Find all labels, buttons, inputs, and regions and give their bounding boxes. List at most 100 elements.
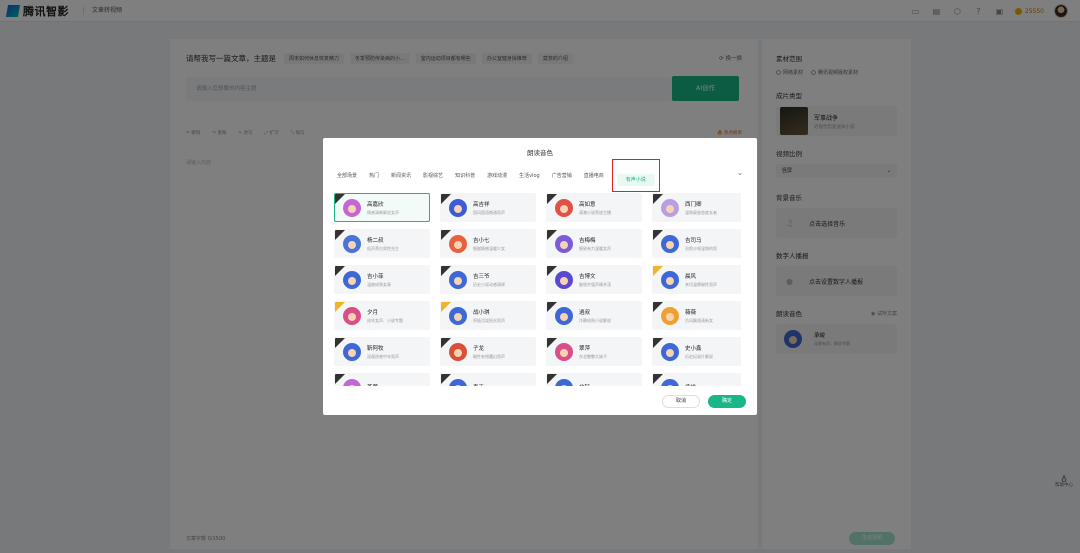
voice-avatar — [343, 306, 361, 325]
voice-name: 吉三爷 — [473, 273, 490, 280]
voice-desc: 低声旁白男性先生 — [367, 245, 399, 251]
voice-tab[interactable]: 影视综艺 — [423, 172, 443, 179]
confirm-button[interactable]: 确定 — [708, 395, 746, 408]
voice-category-tabs: 全部场景 热门 新闻资讯 影视综艺 知识科普 游戏动漫 生活vlog 广告营销 直播电商 有声小说… — [337, 158, 743, 192]
voice-desc: 国风国语朗诵男声 — [473, 209, 505, 215]
voice-card[interactable]: 薇薇 古风飘逸清新女 — [652, 301, 741, 330]
voice-name: 吉司马 — [685, 237, 702, 244]
voice-card[interactable]: 吉小七 细腻情感温暖少女 — [440, 229, 536, 258]
voice-desc: 温婉成熟女青 — [367, 281, 391, 287]
modal-title: 朗读音色 — [527, 149, 553, 157]
voice-card[interactable]: 战小琪 积极活泼阳光男声 — [440, 301, 536, 330]
voice-tab[interactable]: 热门 — [369, 172, 379, 179]
voice-desc: 亲切温厚磁性男声 — [685, 281, 717, 287]
voice-card[interactable]: 晨风 亲切温厚磁性男声 — [652, 265, 741, 294]
voice-avatar — [555, 234, 573, 253]
voice-avatar — [555, 378, 573, 386]
voice-card[interactable]: 杨二叔 低声旁白男性先生 — [334, 229, 430, 258]
voice-card[interactable]: 吉梅梅 细致有力温暖女声 — [546, 229, 642, 258]
voice-desc: 脑袋京强声情并茂 — [579, 281, 611, 287]
voice-tab[interactable]: 新闻资讯 — [391, 172, 411, 179]
voice-name: 翠萍 — [579, 345, 591, 352]
voice-desc: 温和豪放态度长者 — [685, 209, 717, 215]
voice-name: 高嘉欣 — [367, 201, 384, 208]
voice-avatar — [555, 342, 573, 361]
voice-card[interactable]: 吉小菲 温婉成熟女青 — [334, 265, 430, 294]
voice-card[interactable]: 茶蔻 — [334, 373, 430, 386]
voice-avatar — [449, 306, 467, 325]
voice-card[interactable]: 承峻 — [652, 373, 741, 386]
voice-avatar — [449, 378, 467, 386]
voice-desc: 历史小说动感演绎 — [473, 281, 505, 287]
voice-card[interactable]: 史小鑫 历史纪录片解说 — [652, 337, 741, 366]
voice-tab[interactable]: 生活vlog — [519, 172, 540, 179]
voice-avatar — [555, 270, 573, 289]
voice-tab[interactable]: 广告营销 — [552, 172, 572, 179]
voice-card[interactable]: 靳阿牧 深邃质感中年男声 — [334, 337, 430, 366]
voice-desc: 磁性有韧魔幻男声 — [473, 353, 505, 359]
voice-avatar — [449, 342, 467, 361]
voice-tab[interactable]: 知识科普 — [455, 172, 475, 179]
voice-avatar — [555, 198, 573, 217]
voice-desc: 冷静成熟小说解说 — [579, 317, 611, 323]
voice-desc: 治愈沙哑温和的男 — [685, 245, 717, 251]
voice-name: 茶蔻 — [367, 383, 378, 387]
voice-tab[interactable]: 有声小说 — [616, 173, 655, 186]
voice-card[interactable]: 高嘉欣 情感清晰解说女声 — [334, 193, 430, 222]
voice-modal: 朗读音色 全部场景 热门 新闻资讯 影视综艺 知识科普 游戏动漫 生活vlog 广告营销 直播电… — [323, 138, 757, 415]
voice-name: 薇薇 — [685, 309, 697, 316]
voice-card[interactable]: 高如意 清澈小说旁述主播 — [546, 193, 642, 222]
voice-avatar — [449, 270, 467, 289]
voice-name: 战小琪 — [473, 309, 490, 316]
voice-name: 春天 — [473, 383, 484, 387]
voice-name: 高如意 — [579, 201, 596, 208]
voice-desc: 成年女声、小说专题 — [367, 317, 403, 323]
voice-card[interactable]: 北轩 — [546, 373, 642, 386]
voice-card[interactable]: 高吉祥 国风国语朗诵男声 — [440, 193, 536, 222]
voice-avatar — [449, 234, 467, 253]
voice-avatar — [449, 198, 467, 217]
cancel-button[interactable]: 取消 — [662, 395, 700, 408]
voice-name: 吉梅梅 — [579, 237, 596, 244]
voice-avatar — [343, 234, 361, 253]
voice-name: 吉小菲 — [367, 273, 384, 280]
voice-name: 史小鑫 — [685, 345, 702, 352]
voice-name: 吉小七 — [473, 237, 490, 244]
voice-card[interactable]: 子龙 磁性有韧魔幻男声 — [440, 337, 536, 366]
voice-desc: 历史纪录片解说 — [685, 353, 713, 359]
voice-desc: 积极活泼阳光男声 — [473, 317, 505, 323]
voice-avatar — [661, 342, 679, 361]
voice-name: 夕月 — [367, 309, 379, 316]
voice-desc: 细致有力温暖女声 — [579, 245, 611, 251]
voice-grid: 高嘉欣 情感清晰解说女声 高吉祥 国风国语朗诵男声 高如意 清澈小说旁述主播 西门卿 温和豪放… — [334, 193, 741, 386]
voice-avatar — [555, 306, 573, 325]
voice-card[interactable]: 逍叔 冷静成熟小说解说 — [546, 301, 642, 330]
voice-card[interactable]: 夕月 成年女声、小说专题 — [334, 301, 430, 330]
voice-avatar — [343, 342, 361, 361]
voice-name: 逍叔 — [579, 309, 591, 316]
voice-desc: 情感清晰解说女声 — [367, 209, 399, 215]
voice-avatar — [661, 378, 679, 386]
voice-name: 杨二叔 — [367, 237, 384, 244]
voice-desc: 东北憨憨大妹子 — [579, 353, 607, 359]
voice-name: 北轩 — [579, 383, 590, 387]
voice-desc: 古风飘逸清新女 — [685, 317, 713, 323]
voice-card[interactable]: 春天 — [440, 373, 536, 386]
voice-tab[interactable]: 直播电商 — [584, 172, 604, 179]
voice-card[interactable]: 吉司马 治愈沙哑温和的男 — [652, 229, 741, 258]
voice-avatar — [661, 270, 679, 289]
voice-card[interactable]: 西门卿 温和豪放态度长者 — [652, 193, 741, 222]
voice-card[interactable]: 翠萍 东北憨憨大妹子 — [546, 337, 642, 366]
voice-desc: 深邃质感中年男声 — [367, 353, 399, 359]
voice-avatar — [661, 198, 679, 217]
voice-card[interactable]: 吉博文 脑袋京强声情并茂 — [546, 265, 642, 294]
voice-tab[interactable]: 游戏动漫 — [487, 172, 507, 179]
highlight-box: 有声小说 — [611, 158, 660, 192]
voice-name: 子龙 — [473, 345, 485, 352]
voice-tab[interactable]: 全部场景 — [337, 172, 357, 179]
voice-name: 晨风 — [685, 273, 697, 280]
voice-card[interactable]: 吉三爷 历史小说动感演绎 — [440, 265, 536, 294]
voice-name: 吉博文 — [579, 273, 596, 280]
chevron-down-icon[interactable]: ⌄ — [737, 169, 743, 177]
voice-desc: 细腻情感温暖少女 — [473, 245, 505, 251]
